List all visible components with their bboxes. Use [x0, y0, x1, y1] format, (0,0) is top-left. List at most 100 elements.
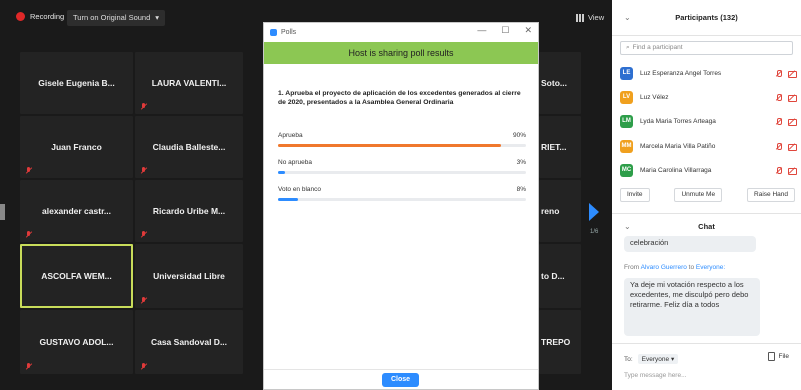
chat-message-meta: From Alvaro Guerrero to Everyone:	[624, 264, 725, 271]
option-bar-fill	[278, 144, 502, 147]
close-icon[interactable]: ✕	[524, 25, 532, 36]
previous-page-handle[interactable]	[0, 204, 5, 220]
video-tile[interactable]: Ricardo Uribe M...	[135, 180, 243, 242]
muted-mic-icon	[140, 297, 147, 304]
camera-off-icon	[788, 118, 797, 126]
chat-message-text: Ya deje mi votación respecto a los exced…	[630, 280, 749, 309]
video-tile[interactable]: RIET...	[539, 116, 581, 178]
video-tile[interactable]: LAURA VALENTI...	[135, 52, 243, 114]
side-panel: ⌄ Participants (132) ⌕ Find a participan…	[612, 0, 801, 390]
participant-name: Soto...	[541, 78, 567, 88]
video-tile[interactable]: to D...	[539, 244, 581, 308]
participants-header: ⌄ Participants (132)	[612, 0, 801, 36]
maximize-icon[interactable]: ☐	[501, 25, 509, 36]
poll-status-banner: Host is sharing poll results	[264, 42, 538, 64]
muted-mic-icon	[775, 93, 782, 101]
record-dot-icon	[16, 12, 25, 21]
camera-off-icon	[788, 94, 797, 102]
participants-title: Participants (132)	[675, 13, 738, 22]
avatar: MM	[620, 139, 633, 153]
video-tile[interactable]: Soto...	[539, 52, 581, 114]
video-tile[interactable]: alexander castr...	[20, 180, 133, 242]
option-percent: 90%	[512, 132, 526, 139]
chat-message-bubble: celebración	[624, 236, 756, 252]
unmute-me-button[interactable]: Unmute Me	[674, 188, 723, 202]
video-tile[interactable]: Gisele Eugenia B...	[20, 52, 133, 114]
option-bar-fill	[278, 198, 298, 201]
muted-mic-icon	[140, 231, 147, 238]
avatar: MC	[620, 163, 633, 177]
recording-indicator: Recording	[16, 12, 64, 21]
participant-name: Lyda Maria Torres Arteaga	[640, 117, 716, 125]
option-bar-track	[278, 144, 526, 147]
participant-row[interactable]: LV Luz Vélez	[620, 88, 797, 106]
recording-label: Recording	[30, 12, 65, 21]
recipient-name: Everyone:	[695, 264, 726, 271]
participant-name: reno	[541, 206, 560, 216]
file-icon	[767, 352, 775, 361]
muted-mic-icon	[25, 167, 32, 174]
option-percent: 3%	[516, 159, 526, 166]
zoom-app-icon	[270, 28, 277, 36]
muted-mic-icon	[140, 363, 147, 370]
participant-name: Universidad Libre	[153, 271, 225, 281]
video-tile[interactable]: Universidad Libre	[135, 244, 243, 308]
invite-button[interactable]: Invite	[620, 188, 650, 202]
participant-row[interactable]: LE Luz Esperanza Angel Torres	[620, 64, 797, 82]
avatar: LM	[620, 114, 633, 128]
participant-search-input[interactable]: ⌕ Find a participant	[620, 41, 793, 55]
option-bar-fill	[278, 171, 286, 174]
chat-title: Chat	[698, 222, 715, 231]
option-label: Aprueba	[278, 132, 303, 139]
next-page-arrow-icon[interactable]	[589, 203, 599, 221]
recipient-dropdown[interactable]: Everyone ▾	[637, 354, 679, 364]
file-label: File	[778, 353, 789, 360]
original-sound-button[interactable]: Turn on Original Sound ▾	[67, 10, 166, 26]
poll-question: 1. Aprueba el proyecto de aplicación de …	[278, 90, 521, 106]
video-tile[interactable]: TREPO	[539, 310, 581, 374]
participant-name: Luz Esperanza Angel Torres	[640, 69, 722, 77]
muted-mic-icon	[140, 103, 147, 110]
video-tile[interactable]: Claudia Balleste...	[135, 116, 243, 178]
participant-name: Ricardo Uribe M...	[152, 206, 226, 216]
chat-message-text: celebración	[630, 238, 669, 247]
video-tile[interactable]: reno	[539, 180, 581, 242]
participant-name: Maria Carolina Villarraga	[640, 166, 712, 174]
sender-name[interactable]: Alvaro Guerrero	[641, 264, 687, 271]
option-bar-track	[278, 171, 526, 174]
camera-off-icon	[788, 143, 797, 151]
minimize-icon[interactable]: —	[477, 25, 486, 36]
poll-window: Polls — ☐ ✕ Host is sharing poll results…	[263, 22, 539, 390]
grid-view-icon	[576, 13, 585, 22]
option-percent: 8%	[516, 186, 526, 193]
recipient-selector: To: Everyone ▾	[624, 354, 679, 364]
to-label: To:	[624, 355, 633, 363]
participant-name: Casa Sandoval D...	[150, 337, 228, 347]
page-indicator: 1/6	[590, 229, 599, 235]
close-poll-button[interactable]: Close	[382, 373, 419, 387]
chat-compose: To: Everyone ▾ File Type message here...	[612, 343, 801, 390]
muted-mic-icon	[775, 142, 782, 150]
participant-row[interactable]: LM Lyda Maria Torres Arteaga	[620, 112, 797, 130]
participant-name: Claudia Balleste...	[152, 142, 226, 152]
view-button[interactable]: View	[576, 13, 604, 22]
option-label: No aprueba	[278, 159, 312, 166]
participant-name: alexander castr...	[42, 206, 111, 216]
video-tile[interactable]: Juan Franco	[20, 116, 133, 178]
muted-mic-icon	[25, 231, 32, 238]
file-button[interactable]: File	[767, 352, 789, 361]
video-tile[interactable]: Casa Sandoval D...	[135, 310, 243, 374]
chat-message-input[interactable]: Type message here...	[624, 372, 687, 379]
participant-name: Juan Franco	[51, 142, 102, 152]
participant-name: RIET...	[541, 142, 567, 152]
chat-message-bubble: Ya deje mi votación respecto a los exced…	[624, 278, 760, 336]
participant-row[interactable]: MM Marcela Maria Villa Patiño	[620, 137, 797, 155]
view-label: View	[588, 13, 605, 22]
chevron-down-icon: ▾	[155, 13, 160, 22]
active-speaker-tile[interactable]: ASCOLFA WEM...	[20, 244, 133, 308]
participant-row[interactable]: MC Maria Carolina Villarraga	[620, 161, 797, 179]
video-tile[interactable]: GUSTAVO ADOL...	[20, 310, 133, 374]
poll-footer: Close	[264, 369, 538, 389]
poll-titlebar: Polls — ☐ ✕	[264, 23, 538, 41]
raise-hand-button[interactable]: Raise Hand	[747, 188, 795, 202]
